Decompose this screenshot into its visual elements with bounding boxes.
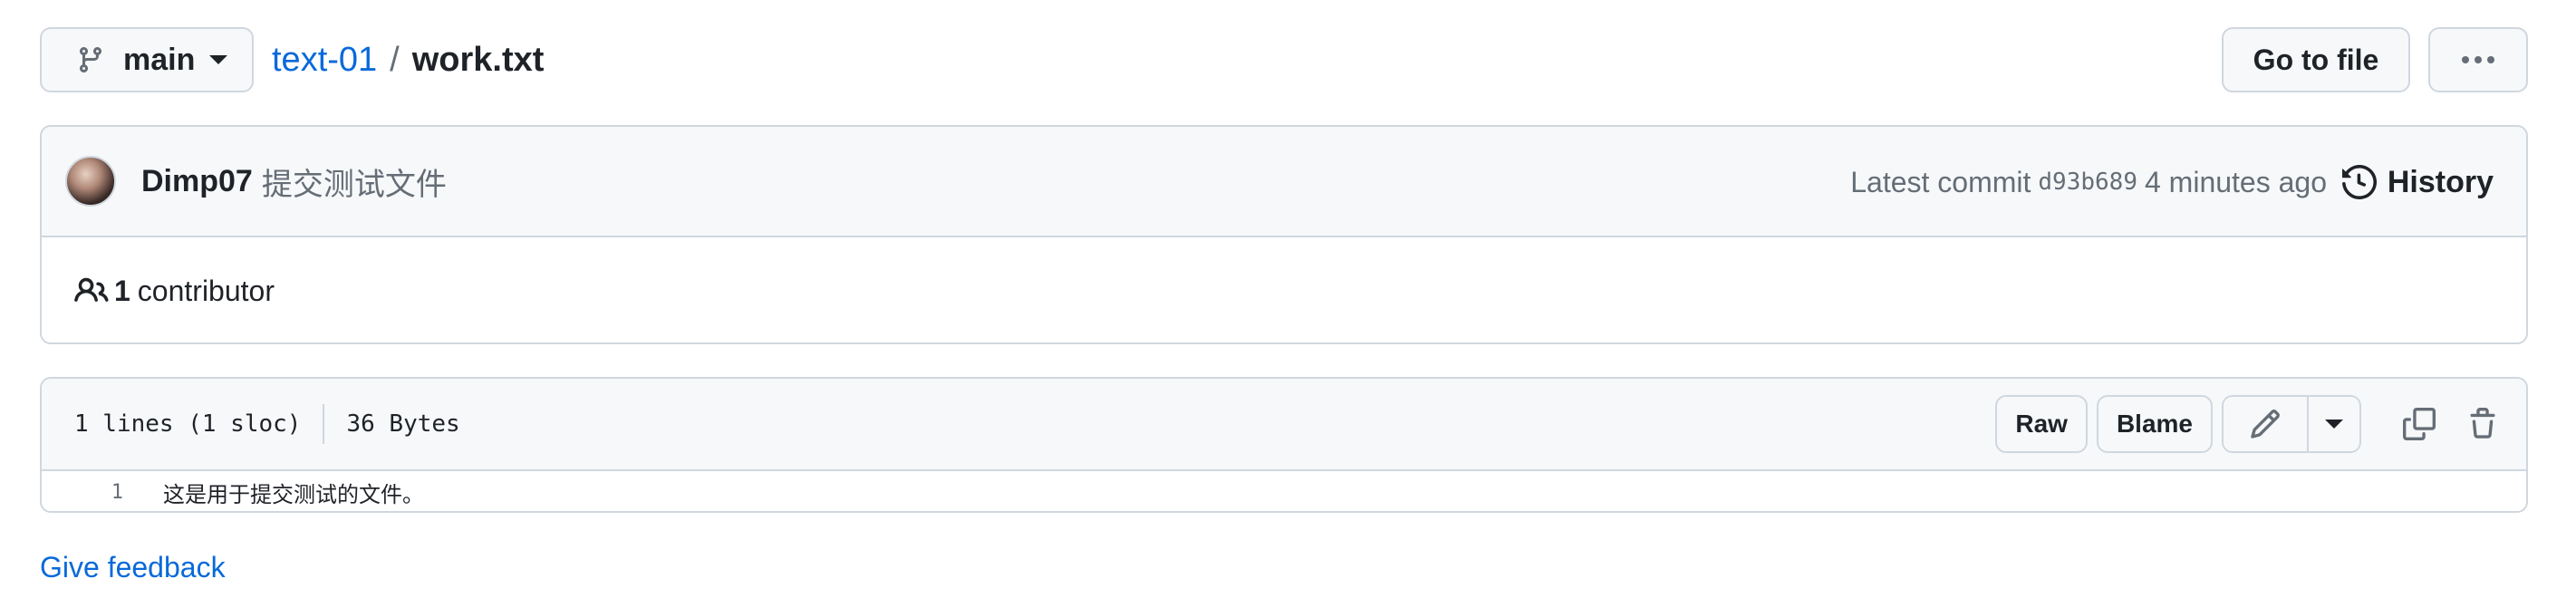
file-size: 36 Bytes (346, 410, 460, 438)
file-actions: Raw Blame (1995, 395, 2508, 453)
caret-down-icon (209, 55, 228, 64)
contributor-label: contributor (137, 274, 275, 307)
more-options-button[interactable] (2428, 27, 2528, 92)
edit-file-button[interactable] (2224, 397, 2309, 451)
commit-info-box: Dimp07 提交测试文件 Latest commit d93b689 4 mi… (40, 125, 2528, 344)
pencil-icon (2251, 410, 2280, 439)
history-icon (2341, 165, 2377, 199)
branch-name: main (123, 42, 196, 77)
avatar[interactable] (65, 156, 116, 207)
delete-file-button[interactable] (2457, 395, 2508, 453)
history-link[interactable]: History (2341, 127, 2494, 237)
branch-selector-button[interactable]: main (40, 27, 254, 92)
breadcrumb-file-name: work.txt (411, 40, 545, 79)
breadcrumb-separator: / (390, 40, 400, 79)
line-content: 这是用于提交测试的文件。 (163, 481, 424, 507)
breadcrumb: text-01 / work.txt (272, 27, 544, 92)
file-line-count: 1 lines (1 sloc) (74, 410, 302, 438)
go-to-file-button[interactable]: Go to file (2222, 27, 2410, 92)
contributors-row[interactable]: 1 contributor (42, 237, 2526, 342)
file-viewer: 1 lines (1 sloc) 36 Bytes Raw Blame 1 这是… (40, 377, 2528, 513)
code-line: 1 这是用于提交测试的文件。 (42, 471, 2526, 511)
latest-commit-label: Latest commit (1850, 165, 2031, 198)
raw-button[interactable]: Raw (1995, 395, 2088, 453)
caret-down-icon (2325, 420, 2343, 429)
blame-button[interactable]: Blame (2096, 395, 2213, 453)
commit-time: 4 minutes ago (2144, 165, 2327, 198)
trash-icon (2470, 408, 2495, 439)
contributor-count: 1 (114, 274, 130, 307)
breadcrumb-repo-link[interactable]: text-01 (272, 41, 377, 80)
people-icon (74, 277, 109, 302)
kebab-horizontal-icon (2462, 56, 2494, 63)
history-label: History (2387, 164, 2494, 199)
commit-message-link[interactable]: 提交测试文件 (262, 159, 447, 204)
latest-commit-row: Dimp07 提交测试文件 Latest commit d93b689 4 mi… (42, 127, 2526, 237)
copy-raw-button[interactable] (2394, 395, 2445, 453)
commit-sha-link[interactable]: d93b689 (2038, 169, 2137, 196)
commit-author-link[interactable]: Dimp07 (141, 164, 253, 199)
edit-dropdown-button[interactable] (2309, 397, 2359, 451)
file-header-bar: 1 lines (1 sloc) 36 Bytes Raw Blame (42, 379, 2526, 471)
give-feedback-link[interactable]: Give feedback (40, 551, 226, 584)
git-branch-icon (79, 47, 101, 73)
copy-icon (2403, 408, 2436, 440)
file-header: main text-01 / work.txt Go to file (40, 27, 2528, 92)
file-info-divider (323, 404, 325, 444)
line-number[interactable]: 1 (42, 481, 163, 504)
edit-button-group (2222, 395, 2361, 453)
commit-meta: Latest commit d93b689 4 minutes ago (1850, 127, 2327, 237)
